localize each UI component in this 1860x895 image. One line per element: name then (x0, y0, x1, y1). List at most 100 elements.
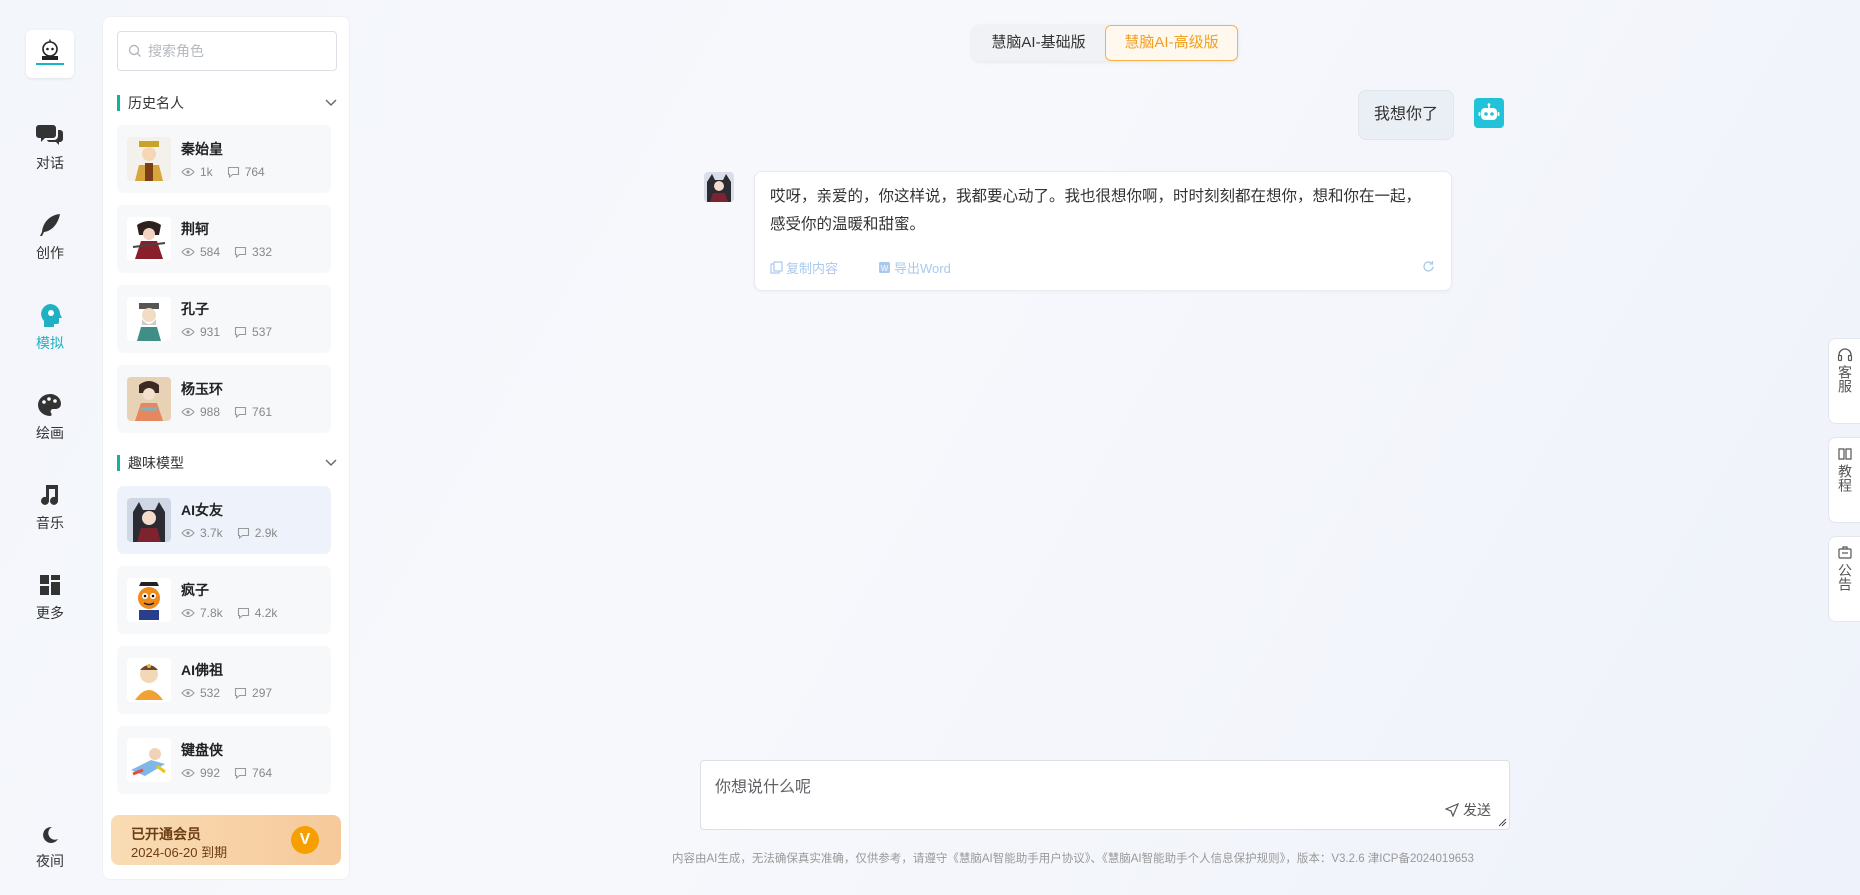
character-card[interactable]: 杨玉环 988 761 (117, 365, 331, 433)
group-header-history[interactable]: 历史名人 (117, 93, 337, 113)
character-stats: 584 332 (181, 245, 286, 259)
ai-character-avatar (704, 172, 734, 202)
character-name: 杨玉环 (181, 381, 223, 397)
copy-content-button[interactable]: 复制内容 (770, 258, 858, 277)
character-name: AI佛祖 (181, 662, 223, 678)
comment-count: 332 (252, 245, 273, 259)
eye-icon (181, 247, 195, 257)
night-mode-label: 夜间 (36, 853, 64, 869)
customer-service-button[interactable]: 客服 (1828, 338, 1860, 424)
character-name: AI女友 (181, 502, 223, 518)
app-logo[interactable] (26, 30, 74, 78)
character-avatar (127, 137, 171, 181)
announcement-button[interactable]: 公告 (1828, 536, 1860, 622)
nav-label-create: 创作 (36, 245, 64, 261)
search-box (117, 31, 337, 71)
group-marker (117, 455, 120, 471)
character-card[interactable]: 疯子 7.8k 4.2k (117, 566, 331, 634)
view-count: 584 (200, 245, 221, 259)
chevron-down-icon (325, 99, 337, 106)
view-count: 7.8k (200, 606, 223, 620)
comment-count: 297 (252, 686, 273, 700)
group-header-fun[interactable]: 趣味模型 (117, 453, 337, 473)
resize-handle-icon[interactable] (1497, 817, 1507, 827)
character-name: 孔子 (181, 301, 209, 317)
character-name: 疯子 (181, 582, 209, 598)
customer-service-label: 客服 (1837, 365, 1853, 393)
character-sidebar: 历史名人 秦始皇 1k 764 荆轲 584 332 孔子 (102, 16, 350, 880)
tab-basic-version[interactable]: 慧脑AI-基础版 (972, 25, 1105, 61)
character-card[interactable]: 荆轲 584 332 (117, 205, 331, 273)
group-title: 历史名人 (128, 95, 184, 111)
comment-icon (234, 246, 247, 258)
tutorial-label: 教程 (1837, 464, 1853, 492)
nav-label-simulate: 模拟 (36, 335, 64, 351)
regenerate-button[interactable] (1422, 260, 1435, 278)
nav-item-create[interactable]: 创作 (0, 212, 100, 263)
character-name: 荆轲 (181, 221, 209, 237)
membership-expiry: 2024-06-20 到期 (131, 845, 228, 860)
comment-icon (237, 607, 249, 619)
music-note-icon (41, 485, 58, 505)
notice-icon (1837, 546, 1852, 559)
nav-label-draw: 绘画 (36, 425, 64, 441)
tutorial-button[interactable]: 教程 (1828, 437, 1860, 523)
user-message: 我想你了 (1358, 90, 1454, 140)
ai-message-text: 哎呀，亲爱的，你这样说，我都要心动了。我也很想你啊，时时刻刻都在想你，想和你在一… (770, 188, 1422, 233)
character-card-selected[interactable]: AI女友 3.7k 2.9k (117, 486, 331, 554)
nav-item-more[interactable]: 更多 (0, 572, 100, 623)
character-card[interactable]: 孔子 931 537 (117, 285, 331, 353)
model-version-toggle: 慧脑AI-基础版 慧脑AI-高级版 (972, 25, 1238, 61)
copy-icon (770, 261, 783, 274)
view-count: 931 (200, 325, 221, 339)
character-card[interactable]: 秦始皇 1k 764 (117, 125, 331, 193)
view-count: 988 (200, 405, 221, 419)
character-stats: 3.7k 2.9k (181, 526, 291, 540)
comment-count: 2.9k (254, 526, 278, 540)
nav-item-chat[interactable]: 对话 (0, 122, 100, 173)
character-card[interactable]: 键盘侠 992 764 (117, 726, 331, 794)
left-nav: 对话 创作 模拟 绘画 音乐 更多 夜间 (0, 0, 100, 895)
group-marker (117, 95, 120, 111)
logo-robot-icon (36, 39, 64, 65)
tab-advanced-version[interactable]: 慧脑AI-高级版 (1105, 25, 1238, 61)
robot-icon (1478, 103, 1500, 120)
comment-icon (237, 527, 249, 539)
eye-icon (181, 688, 195, 698)
comment-count: 537 (252, 325, 273, 339)
group-title: 趣味模型 (128, 455, 184, 471)
svg-text:W: W (881, 264, 889, 273)
export-label: 导出Word (894, 261, 951, 276)
vip-badge-icon: V (291, 826, 319, 854)
character-avatar (127, 658, 171, 702)
night-mode-toggle[interactable]: 夜间 (0, 824, 100, 871)
chat-bubbles-icon (36, 125, 63, 145)
membership-card[interactable]: 已开通会员 2024-06-20 到期 V (111, 815, 341, 865)
headset-icon (1837, 348, 1852, 362)
export-word-button[interactable]: W 导出Word (878, 258, 971, 277)
character-stats: 1k 764 (181, 165, 279, 179)
character-stats: 532 297 (181, 686, 286, 700)
comment-count: 764 (244, 165, 265, 179)
character-stats: 992 764 (181, 766, 286, 780)
ai-message-bubble: 哎呀，亲爱的，你这样说，我都要心动了。我也很想你啊，时时刻刻都在想你，想和你在一… (754, 171, 1452, 291)
chevron-down-icon (325, 459, 337, 466)
message-composer: 发送 (700, 760, 1510, 830)
send-button[interactable]: 发送 (1445, 800, 1491, 820)
character-avatar (127, 498, 171, 542)
send-label: 发送 (1463, 802, 1491, 818)
comment-icon (234, 767, 247, 779)
nav-item-music[interactable]: 音乐 (0, 482, 100, 533)
nav-item-simulate[interactable]: 模拟 (0, 302, 100, 353)
word-doc-icon: W (879, 262, 891, 273)
eye-icon (181, 768, 195, 778)
nav-item-draw[interactable]: 绘画 (0, 392, 100, 443)
character-card[interactable]: AI佛祖 532 297 (117, 646, 331, 714)
copy-label: 复制内容 (786, 261, 839, 276)
search-input[interactable] (148, 43, 328, 59)
refresh-icon (1423, 261, 1434, 272)
eye-icon (181, 528, 195, 538)
character-name: 键盘侠 (181, 742, 223, 758)
view-count: 992 (200, 766, 221, 780)
message-input[interactable] (715, 773, 1415, 817)
